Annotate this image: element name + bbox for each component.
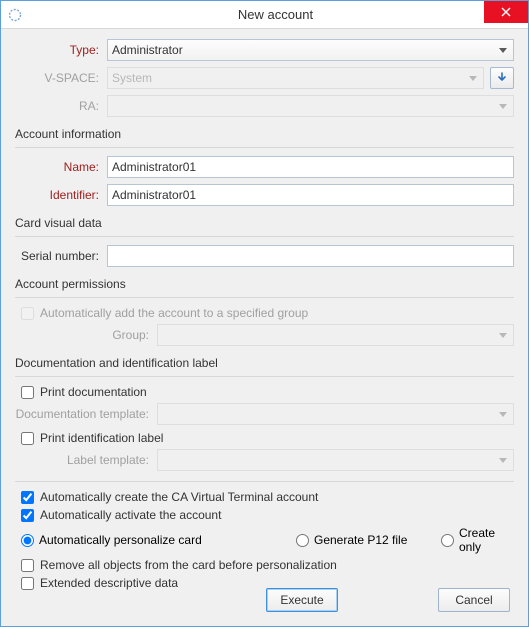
personalize-radio[interactable] xyxy=(21,534,34,547)
cancel-button[interactable]: Cancel xyxy=(438,588,510,612)
auto-create-vt-checkbox[interactable] xyxy=(21,491,34,504)
doc-template-select xyxy=(157,403,514,425)
group-label: Group: xyxy=(15,328,157,342)
label-template-select xyxy=(157,449,514,471)
auto-group-checkbox xyxy=(21,307,34,320)
name-label: Name: xyxy=(15,160,107,174)
vspace-label: V-SPACE: xyxy=(15,71,107,85)
section-permissions: Account permissions xyxy=(15,277,514,291)
divider xyxy=(15,147,514,148)
execute-button-label: Execute xyxy=(280,593,323,607)
ra-select xyxy=(107,95,514,117)
type-select[interactable]: Administrator xyxy=(107,39,514,61)
divider xyxy=(15,481,514,482)
section-account-info: Account information xyxy=(15,127,514,141)
download-arrow-icon xyxy=(496,72,508,84)
auto-activate-label: Automatically activate the account xyxy=(40,508,221,522)
close-icon xyxy=(501,7,511,17)
close-button[interactable] xyxy=(484,1,528,23)
section-card-visual: Card visual data xyxy=(15,216,514,230)
identifier-input[interactable] xyxy=(107,184,514,206)
vspace-select: System xyxy=(107,67,484,89)
serial-input[interactable] xyxy=(107,245,514,267)
divider xyxy=(15,297,514,298)
gen-p12-radio[interactable] xyxy=(296,534,309,547)
label-template-label: Label template: xyxy=(15,453,157,467)
print-doc-checkbox[interactable] xyxy=(21,386,34,399)
ext-desc-checkbox[interactable] xyxy=(21,577,34,590)
ext-desc-label: Extended descriptive data xyxy=(40,576,178,590)
execute-button[interactable]: Execute xyxy=(266,588,338,612)
divider xyxy=(15,236,514,237)
ra-label: RA: xyxy=(15,99,107,113)
remove-objects-label: Remove all objects from the card before … xyxy=(40,558,337,572)
identifier-label: Identifier: xyxy=(15,188,107,202)
create-only-radio[interactable] xyxy=(441,534,454,547)
section-doc: Documentation and identification label xyxy=(15,356,514,370)
personalize-label: Automatically personalize card xyxy=(39,533,202,547)
vspace-refresh-button[interactable] xyxy=(490,67,514,89)
type-label: Type: xyxy=(15,43,107,57)
divider xyxy=(15,376,514,377)
doc-template-label: Documentation template: xyxy=(15,407,157,421)
auto-activate-checkbox[interactable] xyxy=(21,509,34,522)
auto-group-label: Automatically add the account to a speci… xyxy=(40,306,308,320)
auto-create-vt-label: Automatically create the CA Virtual Term… xyxy=(40,490,318,504)
title-bar: New account xyxy=(1,1,528,29)
app-icon xyxy=(7,7,23,23)
window-title: New account xyxy=(23,7,528,22)
name-input[interactable] xyxy=(107,156,514,178)
print-id-checkbox[interactable] xyxy=(21,432,34,445)
create-only-label: Create only xyxy=(459,526,514,554)
print-id-label: Print identification label xyxy=(40,431,163,445)
serial-label: Serial number: xyxy=(15,249,107,263)
cancel-button-label: Cancel xyxy=(455,593,492,607)
group-select xyxy=(157,324,514,346)
print-doc-label: Print documentation xyxy=(40,385,147,399)
gen-p12-label: Generate P12 file xyxy=(314,533,407,547)
remove-objects-checkbox[interactable] xyxy=(21,559,34,572)
